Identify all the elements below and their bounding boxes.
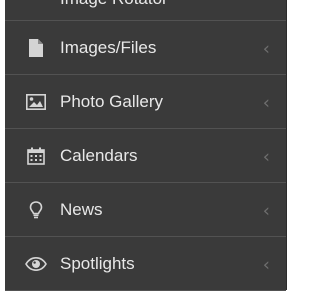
sidebar-item-spotlights[interactable]: Spotlights ‹ [5, 237, 286, 291]
chevron-left-icon[interactable]: ‹ [263, 38, 270, 59]
file-icon [25, 37, 47, 59]
lightbulb-icon [25, 199, 47, 221]
sidebar-item-label: News [60, 199, 103, 219]
image-icon [25, 91, 47, 113]
chevron-left-icon[interactable]: ‹ [263, 92, 270, 113]
sidebar-menu: Image Rotator Images/Files ‹ Photo Galle… [5, 0, 287, 291]
sidebar-item-label: Images/Files [60, 37, 157, 57]
chevron-left-icon[interactable]: ‹ [263, 200, 270, 221]
sidebar-item-calendars[interactable]: Calendars ‹ [5, 129, 286, 183]
sidebar-item-photo-gallery[interactable]: Photo Gallery ‹ [5, 75, 286, 129]
sidebar-item-partial[interactable]: Image Rotator [5, 0, 286, 21]
sidebar-item-label: Image Rotator [60, 0, 168, 10]
sidebar-item-label: Photo Gallery [60, 91, 163, 111]
chevron-left-icon[interactable]: ‹ [263, 254, 270, 275]
chevron-left-icon[interactable]: ‹ [263, 146, 270, 167]
sidebar-item-label: Spotlights [60, 253, 135, 273]
sidebar-item-news[interactable]: News ‹ [5, 183, 286, 237]
sidebar-item-label: Calendars [60, 145, 138, 165]
calendar-icon [25, 145, 47, 167]
eye-icon [25, 253, 47, 275]
sidebar-item-images-files[interactable]: Images/Files ‹ [5, 21, 286, 75]
